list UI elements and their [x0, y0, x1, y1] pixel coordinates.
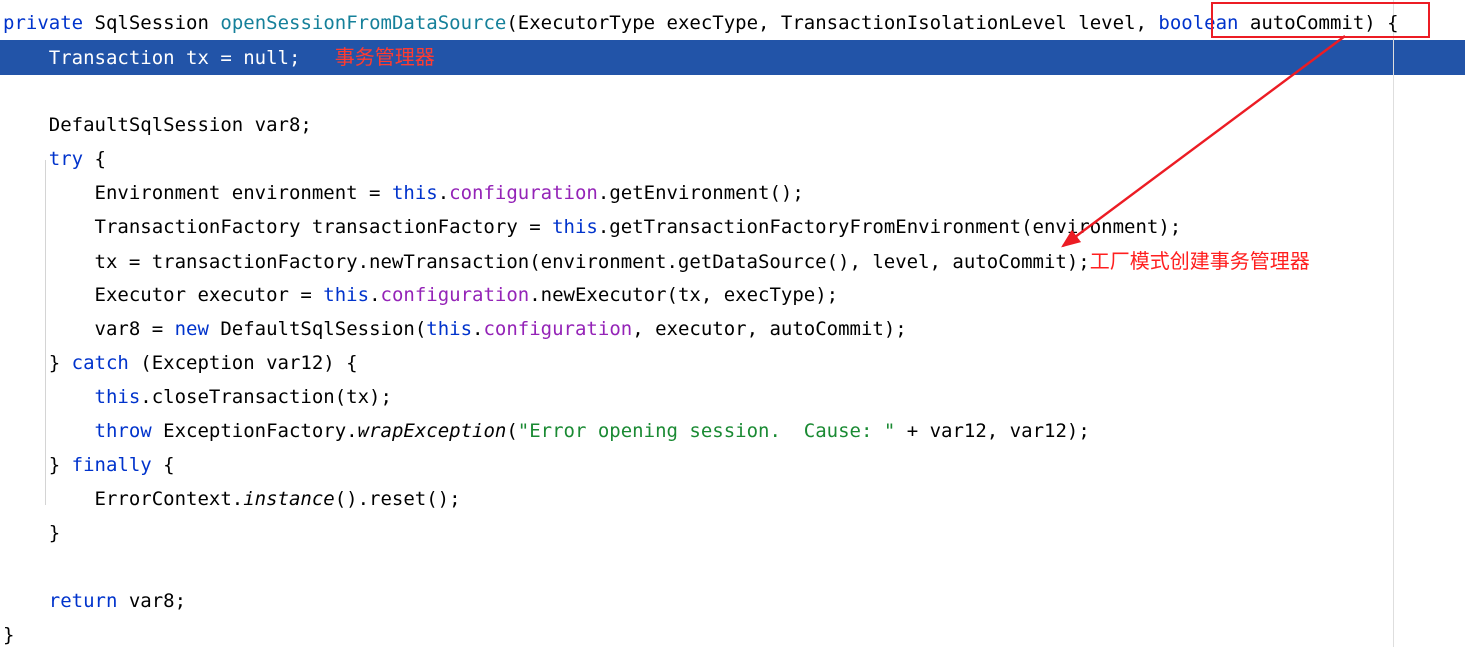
code-token: throw: [94, 420, 152, 442]
code-token: autoCommit) {: [1238, 12, 1399, 34]
code-token: "Error opening session. Cause: ": [517, 420, 896, 442]
code-line-text: }: [0, 618, 14, 647]
code-line-text: DefaultSqlSession var8;: [0, 108, 312, 142]
code-token: this: [391, 182, 438, 204]
code-line[interactable]: Environment environment = this.configura…: [0, 176, 1465, 210]
code-line[interactable]: DefaultSqlSession var8;: [0, 108, 1465, 142]
code-line[interactable]: throw ExceptionFactory.wrapException("Er…: [0, 414, 1465, 448]
code-token: configuration: [483, 318, 633, 340]
code-token: Transaction tx = null;: [3, 47, 301, 69]
code-token: TransactionFactory transactionFactory =: [3, 216, 553, 238]
code-token: }: [3, 454, 72, 476]
code-token: }: [3, 522, 61, 544]
code-token: Executor executor =: [3, 284, 324, 306]
code-line[interactable]: TransactionFactory transactionFactory = …: [0, 210, 1465, 244]
code-line-text: }: [0, 516, 60, 550]
code-token: var8 =: [3, 318, 175, 340]
code-token: var8;: [117, 590, 187, 612]
code-line-text: tx = transactionFactory.newTransaction(e…: [0, 244, 1310, 279]
code-line-text: try {: [0, 142, 106, 176]
code-line[interactable]: var8 = new DefaultSqlSession(this.config…: [0, 312, 1465, 346]
code-token: this: [426, 318, 473, 340]
code-line-text: } finally {: [0, 448, 175, 482]
code-token: configuration: [449, 182, 598, 204]
code-token: Environment environment =: [3, 182, 392, 204]
code-line[interactable]: private SqlSession openSessionFromDataSo…: [0, 6, 1465, 40]
code-token: try: [48, 148, 84, 170]
code-token: ().reset();: [334, 488, 461, 510]
code-line-text: TransactionFactory transactionFactory = …: [0, 210, 1182, 244]
code-token: {: [151, 454, 175, 476]
code-line[interactable]: tx = transactionFactory.newTransaction(e…: [0, 244, 1465, 278]
code-token: this: [552, 216, 598, 238]
code-token: }: [3, 624, 15, 646]
code-line-text: private SqlSession openSessionFromDataSo…: [0, 6, 1399, 40]
code-line-text: ErrorContext.instance().reset();: [0, 482, 461, 516]
code-token: .: [437, 182, 450, 204]
code-token: }: [3, 352, 72, 374]
code-line[interactable]: [0, 550, 1465, 584]
code-line[interactable]: }: [0, 516, 1465, 550]
code-line-text: return var8;: [0, 584, 186, 618]
code-token: .getEnvironment();: [597, 182, 804, 204]
code-line-text: Executor executor = this.configuration.n…: [0, 278, 839, 312]
code-token: .newExecutor(tx, execType);: [529, 284, 839, 306]
code-line-text: throw ExceptionFactory.wrapException("Er…: [0, 414, 1090, 448]
code-line-text: Environment environment = this.configura…: [0, 176, 804, 210]
code-token: 工厂模式创建事务管理器: [1089, 249, 1310, 273]
code-line[interactable]: } catch (Exception var12) {: [0, 346, 1465, 380]
code-line[interactable]: try {: [0, 142, 1465, 176]
code-token: .: [472, 318, 484, 340]
code-token: openSessionFromDataSource: [220, 12, 507, 34]
code-line-text: this.closeTransaction(tx);: [0, 380, 392, 414]
code-token: (: [506, 420, 518, 442]
code-token: + var12, var12);: [895, 420, 1090, 442]
code-token: DefaultSqlSession(: [208, 318, 427, 340]
code-token: .closeTransaction(tx);: [140, 386, 392, 408]
code-token: finally: [71, 454, 152, 476]
code-line[interactable]: }: [0, 618, 1465, 647]
code-token: .: [369, 284, 381, 306]
code-token: ExceptionFactory.: [151, 420, 358, 442]
code-token: tx = transactionFactory.newTransaction(e…: [3, 251, 1090, 273]
code-editor-view[interactable]: private SqlSession openSessionFromDataSo…: [0, 0, 1465, 647]
code-token: this: [94, 386, 141, 408]
code-token: {: [83, 148, 106, 170]
code-line[interactable]: this.closeTransaction(tx);: [0, 380, 1465, 414]
code-token: , executor, autoCommit);: [632, 318, 907, 340]
code-token: this: [323, 284, 370, 306]
code-token: (Exception var12) {: [128, 352, 358, 374]
code-token: boolean: [1158, 12, 1239, 34]
code-token: SqlSession: [94, 12, 209, 34]
code-content[interactable]: private SqlSession openSessionFromDataSo…: [0, 0, 1465, 647]
code-token: 事务管理器: [334, 45, 435, 69]
code-token: private: [3, 12, 84, 34]
code-line[interactable]: return var8;: [0, 584, 1465, 618]
code-line-text: Transaction tx = null; 事务管理器: [0, 40, 435, 75]
code-line-text: var8 = new DefaultSqlSession(this.config…: [0, 312, 907, 346]
code-token: DefaultSqlSession var8;: [3, 114, 312, 136]
code-token: catch: [71, 352, 129, 374]
code-token: ErrorContext.: [3, 488, 244, 510]
code-line[interactable]: ErrorContext.instance().reset();: [0, 482, 1465, 516]
code-line[interactable]: [0, 74, 1465, 108]
code-token: configuration: [380, 284, 530, 306]
code-line[interactable]: Transaction tx = null; 事务管理器: [0, 40, 1465, 74]
code-line-text: } catch (Exception var12) {: [0, 346, 358, 380]
code-line[interactable]: } finally {: [0, 448, 1465, 482]
code-line[interactable]: Executor executor = this.configuration.n…: [0, 278, 1465, 312]
code-token: new: [174, 318, 209, 340]
code-token: return: [48, 590, 118, 612]
code-token: .getTransactionFactoryFromEnvironment(en…: [597, 216, 1182, 238]
code-token: (ExecutorType execType, TransactionIsola…: [506, 12, 1159, 34]
code-token: instance: [243, 488, 335, 510]
code-token: wrapException: [357, 420, 507, 442]
